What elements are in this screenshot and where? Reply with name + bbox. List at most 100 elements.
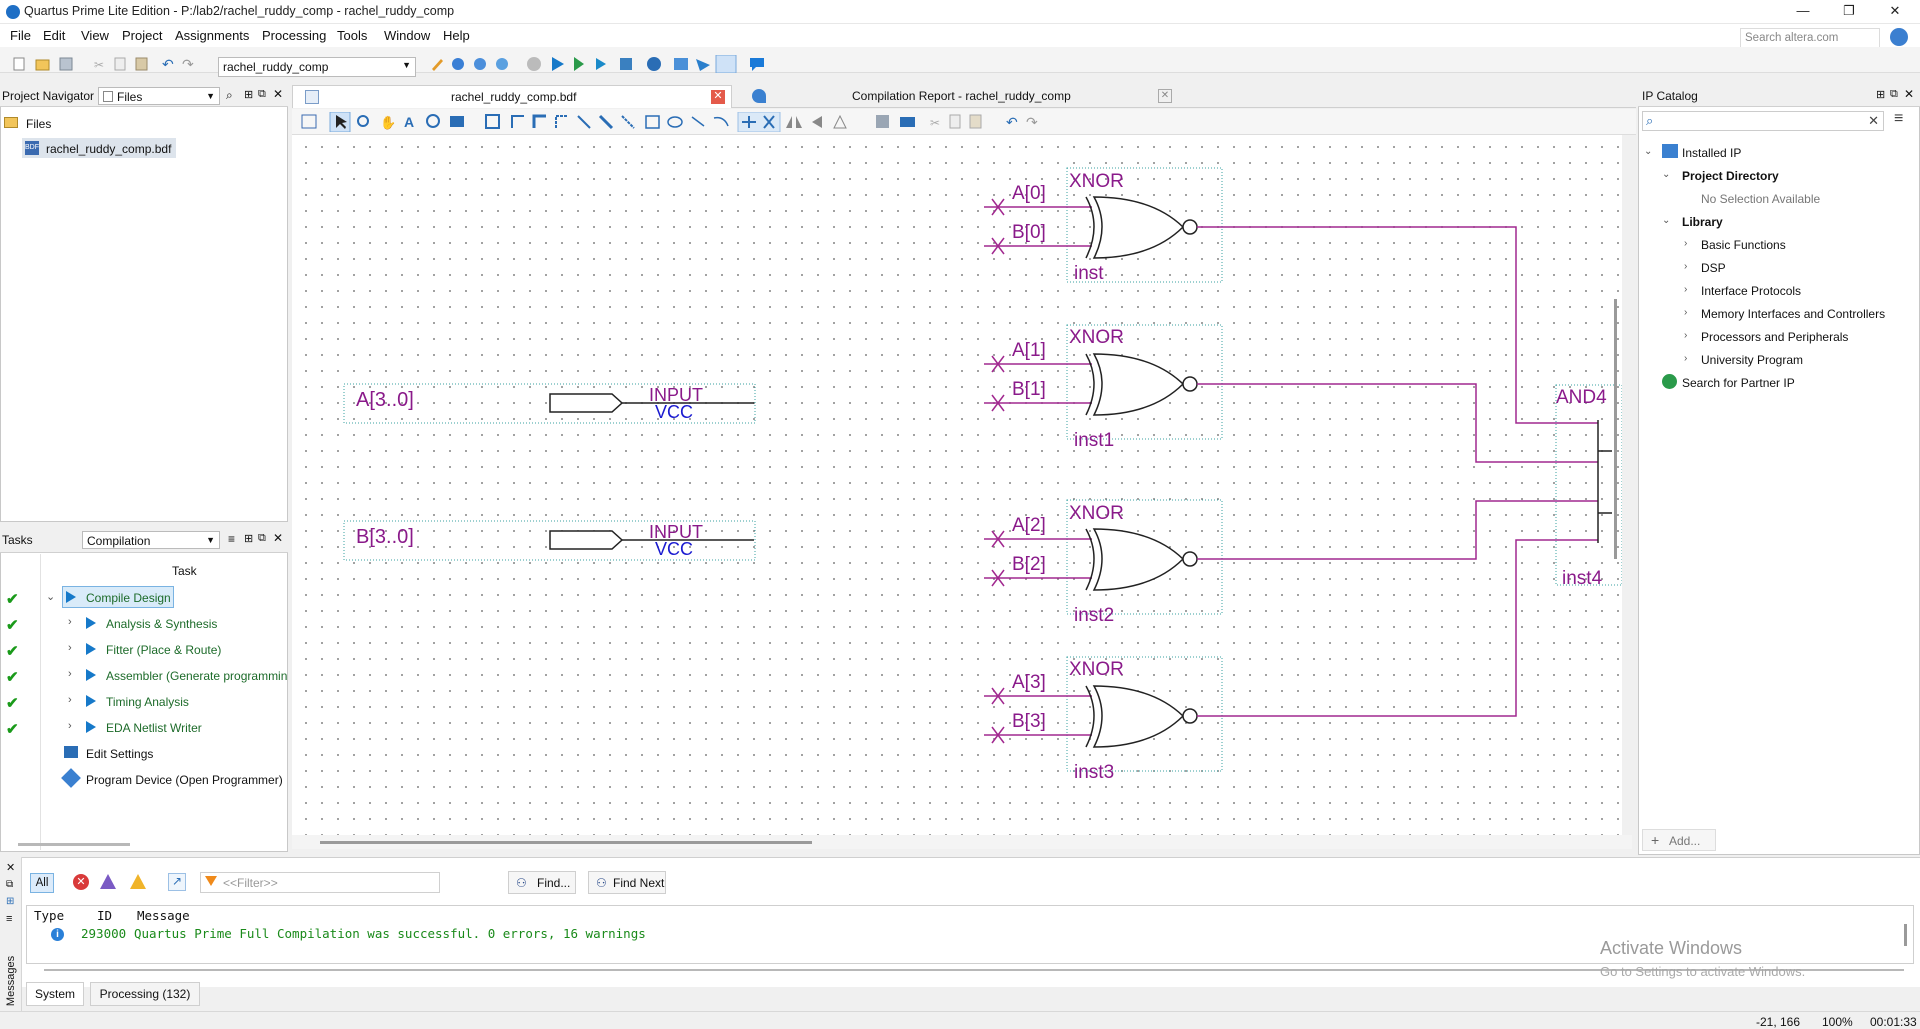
undo-icon[interactable]: ↶ (162, 56, 174, 72)
search-icon[interactable]: ⌕ (226, 88, 233, 103)
save-icon[interactable] (876, 115, 889, 128)
add-ip-button[interactable]: + Add... (1642, 829, 1716, 851)
close-icon[interactable]: ✕ (6, 861, 15, 874)
orthogonal-node-icon[interactable] (511, 115, 524, 128)
tab-processing[interactable]: Processing (132) (90, 982, 200, 1006)
close-icon[interactable]: ✕ (1904, 87, 1914, 101)
expand-icon[interactable]: › (1684, 261, 1687, 272)
diagonal-node-icon[interactable] (577, 115, 591, 129)
horizontal-scrollbar[interactable] (320, 841, 812, 844)
tree-dsp[interactable]: DSP (1701, 261, 1726, 275)
critical-warning-filter-icon[interactable] (100, 874, 116, 889)
tree-basic-functions[interactable]: Basic Functions (1701, 238, 1786, 252)
close-icon[interactable]: ✕ (273, 87, 283, 101)
message-filter-input[interactable]: <<Filter>> (200, 872, 440, 893)
navigator-view-select[interactable]: Files ▼ (98, 87, 220, 105)
float-icon[interactable]: ⧉ (1890, 88, 1898, 101)
expand-icon[interactable]: › (68, 616, 72, 628)
tree-memory-interfaces[interactable]: Memory Interfaces and Controllers (1701, 307, 1885, 321)
menu-help[interactable]: Help (443, 28, 470, 43)
save-icon[interactable] (59, 57, 73, 71)
pin-icon[interactable]: ⊞ (1876, 88, 1885, 101)
paste-icon[interactable] (135, 57, 148, 71)
menu-lines-icon[interactable]: ≡ (228, 532, 235, 546)
close-tab-icon[interactable]: ✕ (1158, 89, 1172, 103)
ip-search-input[interactable]: ⌕ ✕ (1642, 111, 1884, 131)
menu-assignments[interactable]: Assignments (175, 28, 249, 43)
globe-icon[interactable] (1890, 28, 1908, 46)
tree-university-program[interactable]: University Program (1701, 353, 1803, 367)
diagonal-conduit-icon[interactable] (621, 115, 635, 129)
menu-lines-icon[interactable]: ≡ (6, 913, 12, 925)
close-tab-icon[interactable]: ✕ (711, 90, 725, 104)
float-icon[interactable]: ⧉ (258, 532, 266, 545)
horizontal-scrollbar[interactable] (18, 843, 130, 846)
flip-horizontal-icon[interactable] (786, 116, 802, 128)
menu-window[interactable]: Window (384, 28, 430, 43)
run-icon[interactable] (66, 591, 76, 603)
tree-installed-ip[interactable]: Installed IP (1682, 146, 1741, 160)
search-input[interactable]: Search altera.com (1740, 28, 1880, 48)
minimize-button[interactable]: — (1780, 0, 1826, 24)
search-partner-ip-link[interactable]: Search for Partner IP (1682, 376, 1795, 390)
run-icon[interactable] (86, 643, 96, 655)
vertical-scrollbar[interactable] (1614, 299, 1617, 559)
menu-file[interactable]: File (10, 28, 31, 43)
run-icon[interactable] (86, 695, 96, 707)
float-icon[interactable]: ⧉ (258, 88, 266, 101)
input-pin-b[interactable]: B[3..0] INPUT VCC (343, 520, 756, 561)
task-assembler[interactable]: ✔ › Assembler (Generate programmin (0, 663, 287, 689)
block-tool-icon[interactable] (485, 114, 500, 129)
programmer-icon[interactable] (696, 59, 710, 71)
task-timing-analysis[interactable]: ✔ › Timing Analysis (0, 689, 287, 715)
tree-library[interactable]: Library (1682, 215, 1723, 229)
suppress-filter-icon[interactable]: ↗ (168, 873, 186, 891)
expand-icon[interactable]: › (1684, 238, 1687, 249)
run-icon[interactable] (86, 721, 96, 733)
open-file-icon[interactable] (35, 59, 50, 71)
cut-icon[interactable]: ✂ (930, 116, 940, 130)
expand-icon[interactable]: › (1684, 284, 1687, 295)
chat-icon[interactable] (750, 58, 764, 71)
flip-vertical-icon[interactable] (812, 116, 822, 128)
schematic-canvas[interactable]: A[3..0] INPUT VCC B[3..0] INPUT VCC XNOR… (292, 135, 1622, 835)
settings-icon[interactable] (496, 58, 508, 70)
text-tool-icon[interactable]: A (404, 114, 414, 130)
hand-tool-icon[interactable]: ✋ (380, 115, 396, 130)
clear-search-icon[interactable]: ✕ (1868, 113, 1879, 129)
input-pin-a[interactable]: A[3..0] INPUT VCC (343, 383, 756, 424)
run-icon[interactable] (86, 617, 96, 629)
close-window-button[interactable]: ✕ (1872, 0, 1918, 24)
run-icon[interactable] (86, 669, 96, 681)
xnor-gate-inst2[interactable]: XNOR inst2 A[2] B[2] (984, 499, 1598, 626)
tree-interface-protocols[interactable]: Interface Protocols (1701, 284, 1801, 298)
netlist-viewer-icon[interactable] (674, 58, 688, 70)
symbol-tool-icon[interactable] (426, 114, 440, 128)
xnor-gate-inst1[interactable]: XNOR inst1 A[1] B[1] (984, 324, 1598, 463)
tree-processors-peripherals[interactable]: Processors and Peripherals (1701, 330, 1848, 344)
expand-icon[interactable]: › (1684, 307, 1687, 318)
redo-icon[interactable]: ↷ (182, 56, 194, 72)
float-icon[interactable]: ⧉ (6, 879, 13, 890)
expand-icon[interactable]: › (1684, 353, 1687, 364)
task-compile-design[interactable]: ✔ ⌄ Compile Design (0, 585, 287, 611)
collapse-icon[interactable]: ⌄ (1644, 146, 1652, 157)
vertical-scrollbar[interactable] (1904, 924, 1907, 946)
pin-planner-icon[interactable] (474, 58, 486, 70)
detach-window-icon[interactable] (301, 114, 317, 129)
ellipse-tool-icon[interactable] (667, 116, 683, 128)
pin-tool-icon[interactable] (450, 116, 464, 127)
task-program-device[interactable]: Program Device (Open Programmer) (0, 767, 287, 793)
redo-icon[interactable]: ↷ (1026, 114, 1038, 130)
cut-icon[interactable]: ✂ (94, 58, 104, 72)
copy-icon[interactable] (949, 114, 961, 129)
zoom-tool-icon[interactable] (357, 115, 369, 127)
line-tool-icon[interactable] (691, 116, 705, 127)
maximize-button[interactable]: ❐ (1826, 0, 1872, 24)
arc-tool-icon[interactable] (713, 116, 729, 127)
error-filter-icon[interactable]: ✕ (73, 874, 89, 890)
menu-processing[interactable]: Processing (262, 28, 326, 43)
pin-icon[interactable]: ⊞ (244, 88, 253, 101)
expand-icon[interactable]: › (68, 642, 72, 654)
undo-icon[interactable]: ↶ (1006, 114, 1018, 130)
